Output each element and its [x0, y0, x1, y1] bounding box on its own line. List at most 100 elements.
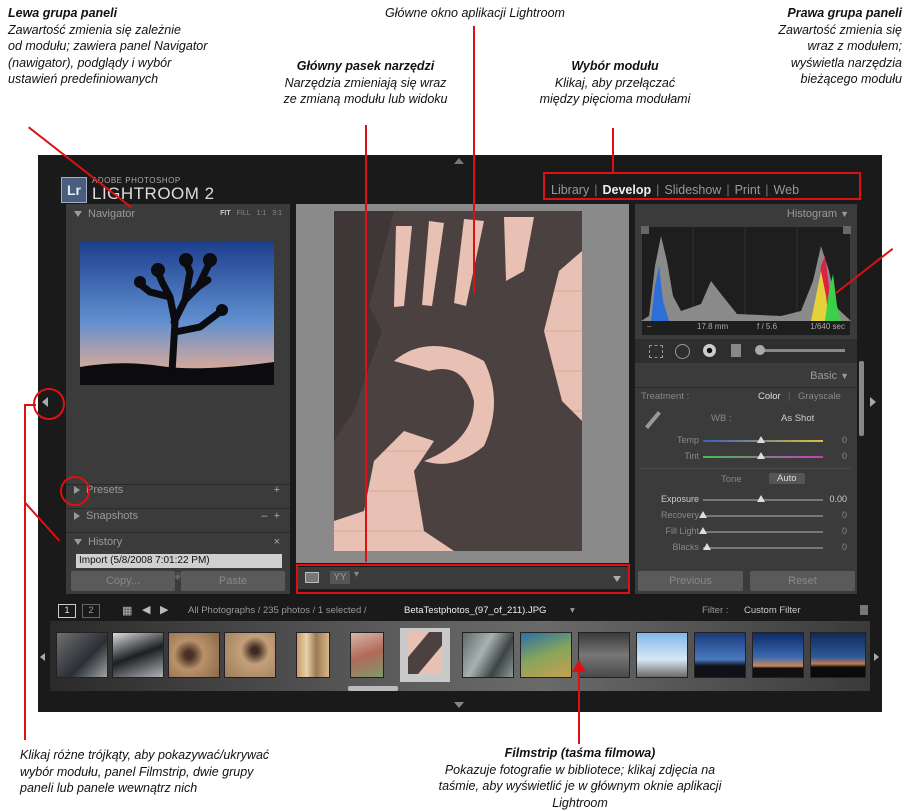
histogram-header[interactable]: Histogram ▼: [635, 204, 857, 224]
screen-1-button[interactable]: 1: [58, 604, 76, 618]
presets-header[interactable]: Presets +: [66, 480, 290, 500]
snapshots-header[interactable]: Snapshots – +: [66, 506, 290, 526]
annotation-main-window: Główne okno aplikacji Lightroom: [365, 5, 585, 22]
annotation-title: Wybór modułu: [571, 59, 659, 73]
tint-row: Tint 0: [641, 451, 851, 463]
basic-header[interactable]: Basic ▼: [635, 366, 857, 386]
annotation-line: między pięcioma modułami: [539, 92, 691, 106]
forward-arrow-icon[interactable]: ▶: [160, 603, 168, 616]
main-photo[interactable]: [334, 211, 582, 551]
navigator-collapse-icon[interactable]: [74, 211, 82, 218]
fill-light-label: Fill Light: [665, 526, 699, 536]
back-arrow-icon[interactable]: ◀: [142, 603, 150, 616]
filmstrip-thumb[interactable]: [112, 632, 164, 678]
callout-line: [473, 26, 475, 294]
zoom-1-1[interactable]: 1:1: [257, 210, 267, 217]
exposure-row: Exposure 0.00: [641, 494, 851, 506]
navigator-preview[interactable]: [80, 242, 274, 385]
filmstrip-thumb[interactable]: [636, 632, 688, 678]
annotation-title: Lewa grupa paneli: [8, 6, 118, 20]
annotation-line: wybór modułu, panel Filmstrip, dwie grup…: [20, 764, 254, 779]
annotation-line: paneli lub panele wewnątrz nich: [20, 781, 198, 795]
tone-auto-button[interactable]: Auto: [769, 473, 805, 484]
filmstrip-thumb[interactable]: [462, 632, 514, 678]
screen-2-button[interactable]: 2: [82, 604, 100, 618]
blacks-label: Blacks: [672, 542, 699, 552]
recovery-label: Recovery: [660, 510, 699, 520]
annotation-line: (nawigator), podglądy i wybór: [8, 55, 172, 70]
navigator-header[interactable]: Navigator FIT FILL 1:1 3:1: [66, 204, 290, 224]
fill-light-slider-thumb[interactable]: [699, 527, 707, 534]
treatment-grayscale[interactable]: Grayscale: [798, 391, 841, 402]
exposure-slider-thumb[interactable]: [757, 495, 765, 502]
source-path[interactable]: All Photographs / 235 photos / 1 selecte…: [188, 605, 367, 616]
exposure-value: 0.00: [829, 494, 847, 504]
main-image-area: [296, 204, 629, 563]
recovery-row: Recovery 0: [641, 510, 851, 522]
presets-label: Presets: [86, 484, 124, 496]
filmstrip-left-arrow[interactable]: [40, 653, 45, 661]
blacks-slider[interactable]: [703, 547, 823, 549]
adjustment-brush-icon[interactable]: [761, 349, 845, 352]
filmstrip-thumb-selected[interactable]: [400, 628, 450, 682]
annotation-line: Klikaj różne trójkąty, aby pokazywać/ukr…: [20, 748, 270, 762]
spot-removal-icon[interactable]: [675, 344, 690, 359]
filmstrip-thumb[interactable]: [224, 632, 276, 678]
tint-value: 0: [841, 451, 847, 461]
history-header[interactable]: History ×: [66, 532, 290, 552]
reset-button[interactable]: Reset: [750, 571, 855, 591]
right-panel-toggle-triangle[interactable]: [870, 397, 876, 407]
basic-label: Basic: [810, 370, 838, 382]
filmstrip-thumb[interactable]: [168, 632, 220, 678]
filmstrip-thumb[interactable]: [350, 632, 384, 678]
temp-slider-thumb[interactable]: [757, 436, 765, 443]
filmstrip-right-arrow[interactable]: [874, 653, 879, 661]
wb-value[interactable]: As Shot: [781, 413, 814, 424]
current-filename[interactable]: BetaTestphotos_(97_of_211).JPG: [404, 605, 546, 616]
basic-collapse-icon[interactable]: ▼: [840, 371, 849, 381]
history-collapse-icon[interactable]: [74, 539, 82, 546]
history-clear-icon[interactable]: ×: [274, 532, 280, 552]
filmstrip-thumb[interactable]: [752, 632, 804, 678]
tint-slider-thumb[interactable]: [757, 452, 765, 459]
zoom-fit[interactable]: FIT: [220, 210, 231, 217]
treatment-color[interactable]: Color: [758, 391, 781, 402]
recovery-slider-thumb[interactable]: [699, 511, 707, 518]
snapshots-expand-icon[interactable]: [74, 512, 80, 521]
annotation-line: od modułu; zawiera panel Navigator: [8, 39, 208, 53]
callout-circle-history-triangle: [60, 476, 90, 506]
filmstrip-thumb[interactable]: [694, 632, 746, 678]
filter-dropdown[interactable]: Custom Filter: [744, 605, 800, 616]
filmstrip-toolbar: 1 2 ▦ ◀ ▶ All Photographs / 235 photos /…: [38, 601, 882, 621]
crop-tool-icon[interactable]: [649, 345, 663, 358]
recovery-slider[interactable]: [703, 515, 823, 517]
bottom-panel-toggle-triangle[interactable]: [454, 702, 464, 708]
fill-light-slider[interactable]: [703, 531, 823, 533]
zoom-options: FIT FILL 1:1 3:1: [220, 204, 282, 224]
top-panel-toggle-triangle[interactable]: [454, 158, 464, 164]
grid-view-icon[interactable]: ▦: [122, 604, 132, 617]
filmstrip-thumb[interactable]: [810, 632, 866, 678]
copy-button[interactable]: Copy...: [71, 571, 175, 591]
paste-button[interactable]: Paste: [181, 571, 285, 591]
filmstrip-thumb[interactable]: [56, 632, 108, 678]
presets-add-icon[interactable]: +: [274, 480, 280, 500]
graduated-filter-icon[interactable]: [731, 344, 741, 357]
red-eye-icon[interactable]: [703, 344, 716, 357]
filmstrip-scrollbar[interactable]: [348, 686, 398, 691]
previous-button[interactable]: Previous: [638, 571, 743, 591]
zoom-fill[interactable]: FILL: [237, 210, 251, 217]
filmstrip-thumb[interactable]: [296, 632, 330, 678]
callout-box-modules: [543, 172, 861, 200]
right-panel-scrollbar[interactable]: [859, 361, 864, 436]
snapshots-add-remove-icon[interactable]: – +: [261, 506, 280, 526]
history-item[interactable]: Import (5/8/2008 7:01:22 PM): [76, 554, 282, 568]
blacks-slider-thumb[interactable]: [703, 543, 711, 550]
filename-dropdown-icon[interactable]: ▾: [570, 605, 575, 616]
filmstrip-thumb[interactable]: [520, 632, 572, 678]
brand-title: LIGHTROOM 2: [92, 184, 215, 203]
histogram[interactable]: [641, 226, 851, 336]
filter-lock-icon[interactable]: [860, 605, 868, 615]
zoom-3-1[interactable]: 3:1: [272, 210, 282, 217]
histogram-collapse-icon[interactable]: ▼: [840, 209, 849, 219]
